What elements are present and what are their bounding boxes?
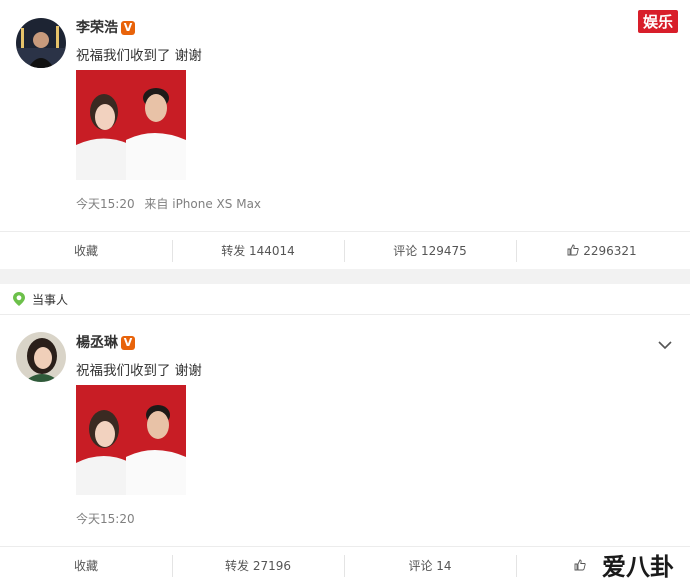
post-action-bar: 收藏 转发 144014 评论 129475 2296321 — [0, 231, 690, 270]
watermark-logo: 爱八卦 — [602, 552, 674, 581]
author-name-text[interactable]: 李荣浩 — [76, 20, 118, 36]
post-meta: 今天15:20 — [76, 510, 135, 527]
author-name[interactable]: 楊丞琳 V — [76, 332, 135, 352]
post-source: 来自 iPhone XS Max — [144, 197, 262, 211]
section-header: 当事人 — [0, 284, 690, 315]
section-header-label: 当事人 — [32, 293, 69, 307]
like-count: 2296321 — [583, 244, 637, 258]
feed-gap — [0, 269, 690, 284]
post-card: 李荣浩 V 祝福我们收到了 谢谢 今天15:20 来自 iPhone XS Max… — [0, 0, 690, 270]
thumbs-up-icon — [574, 559, 586, 573]
post-card: 楊丞琳 V 祝福我们收到了 谢谢 今天15:20 收藏 转发 27196 评论 1… — [0, 315, 690, 588]
author-name[interactable]: 李荣浩 V — [76, 17, 135, 37]
post-meta: 今天15:20 来自 iPhone XS Max — [76, 195, 261, 212]
verified-badge-icon: V — [121, 21, 135, 35]
post-text: 祝福我们收到了 谢谢 — [76, 363, 202, 379]
thumbs-up-icon — [567, 244, 583, 258]
avatar[interactable] — [16, 332, 66, 382]
favorite-button[interactable]: 收藏 — [0, 232, 172, 270]
post-action-bar: 收藏 转发 27196 评论 14 — [0, 546, 690, 585]
repost-button[interactable]: 转发 27196 — [172, 547, 344, 585]
repost-button[interactable]: 转发 144014 — [172, 232, 344, 270]
post-text: 祝福我们收到了 谢谢 — [76, 48, 202, 64]
favorite-button[interactable]: 收藏 — [0, 547, 172, 585]
post-photo[interactable] — [76, 385, 186, 495]
like-button[interactable]: 2296321 — [516, 232, 688, 270]
author-name-text[interactable]: 楊丞琳 — [76, 335, 118, 351]
post-timestamp[interactable]: 今天15:20 — [76, 197, 135, 211]
comment-button[interactable]: 评论 129475 — [344, 232, 516, 270]
avatar[interactable] — [16, 18, 66, 68]
post-timestamp[interactable]: 今天15:20 — [76, 512, 135, 526]
involved-party-icon — [12, 291, 26, 311]
chevron-down-icon[interactable] — [658, 335, 672, 354]
post-photo[interactable] — [76, 70, 186, 180]
comment-button[interactable]: 评论 14 — [344, 547, 516, 585]
verified-badge-icon: V — [121, 336, 135, 350]
